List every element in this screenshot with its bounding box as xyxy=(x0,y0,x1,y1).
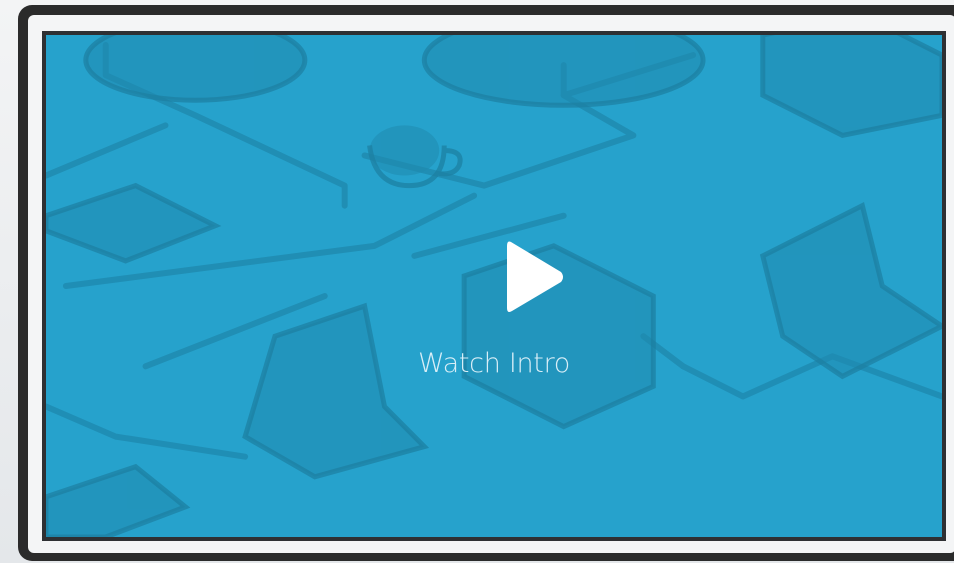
intro-video-player[interactable]: Watch Intro xyxy=(42,31,946,541)
play-icon[interactable] xyxy=(505,238,565,316)
watch-intro-label[interactable]: Watch Intro xyxy=(46,348,942,379)
device-bezel: Watch Intro xyxy=(28,15,954,553)
background-illustration xyxy=(46,35,942,537)
page: Watch Intro xyxy=(0,0,954,563)
device-frame: Watch Intro xyxy=(18,5,954,561)
